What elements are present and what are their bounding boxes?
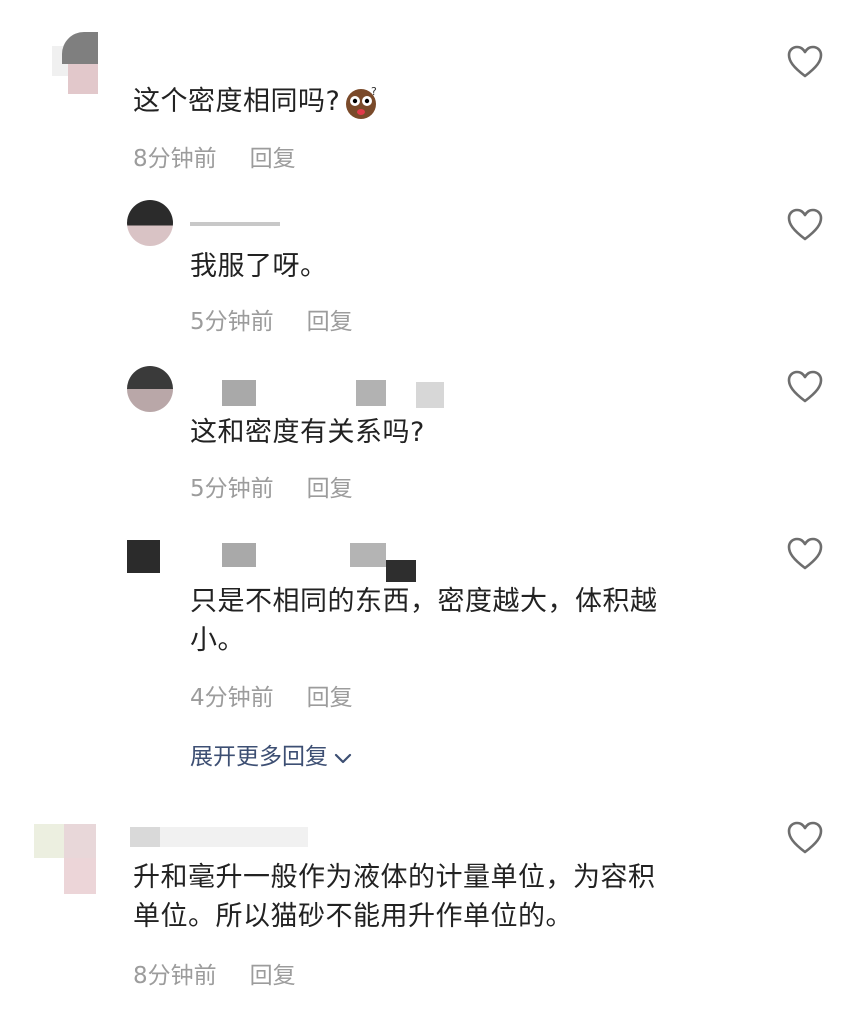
heart-icon[interactable] (787, 537, 823, 571)
expand-replies-button[interactable]: 展开更多回复 (190, 737, 352, 771)
username-redacted (222, 543, 256, 567)
username-redacted (350, 543, 386, 567)
reply-meta: 4分钟前 回复 (190, 678, 353, 712)
svg-text:?: ? (371, 85, 377, 98)
timestamp: 8分钟前 (133, 146, 217, 172)
reply-button[interactable]: 回复 (307, 678, 353, 712)
comment-meta: 8分钟前 回复 (133, 956, 296, 990)
username-redacted (386, 560, 416, 582)
heart-icon[interactable] (787, 370, 823, 404)
avatar[interactable] (127, 200, 173, 246)
username-redacted (160, 827, 308, 847)
username-redacted (416, 382, 444, 408)
timestamp: 5分钟前 (190, 476, 274, 502)
reply-text: 只是不相同的东西，密度越大，体积越 小。 (190, 586, 658, 656)
chevron-down-icon (334, 753, 352, 763)
username-redacted (130, 827, 160, 847)
avatar[interactable] (127, 366, 173, 412)
comment-meta: 8分钟前 回复 (133, 139, 296, 173)
avatar[interactable] (127, 540, 160, 573)
avatar[interactable] (52, 32, 98, 94)
timestamp: 8分钟前 (133, 963, 217, 989)
heart-icon[interactable] (787, 821, 823, 855)
reply-button[interactable]: 回复 (250, 956, 296, 990)
comment-text: 这个密度相同吗? ? (133, 82, 380, 121)
comment-text: 升和毫升一般作为液体的计量单位，为容积 单位。所以猫砂不能用升作单位的。 (133, 862, 656, 932)
shocked-face-emoji-icon: ? (346, 85, 377, 119)
reply-button[interactable]: 回复 (250, 139, 296, 173)
reply-button[interactable]: 回复 (307, 302, 353, 336)
reply-text: 这和密度有关系吗? (190, 417, 425, 448)
username-redacted (190, 222, 280, 226)
heart-icon[interactable] (787, 45, 823, 79)
timestamp: 5分钟前 (190, 309, 274, 335)
avatar[interactable] (34, 824, 96, 894)
username-redacted (356, 380, 386, 406)
timestamp: 4分钟前 (190, 685, 274, 711)
comment-thread: 这个密度相同吗? ? 8分钟前 回复 我服了呀。 5分钟前 回复 这和密度有关系吗?… (0, 0, 859, 1024)
reply-text: 我服了呀。 (190, 251, 328, 282)
reply-button[interactable]: 回复 (307, 469, 353, 503)
reply-meta: 5分钟前 回复 (190, 469, 353, 503)
heart-icon[interactable] (787, 208, 823, 242)
username-redacted (222, 380, 256, 406)
reply-meta: 5分钟前 回复 (190, 302, 353, 336)
